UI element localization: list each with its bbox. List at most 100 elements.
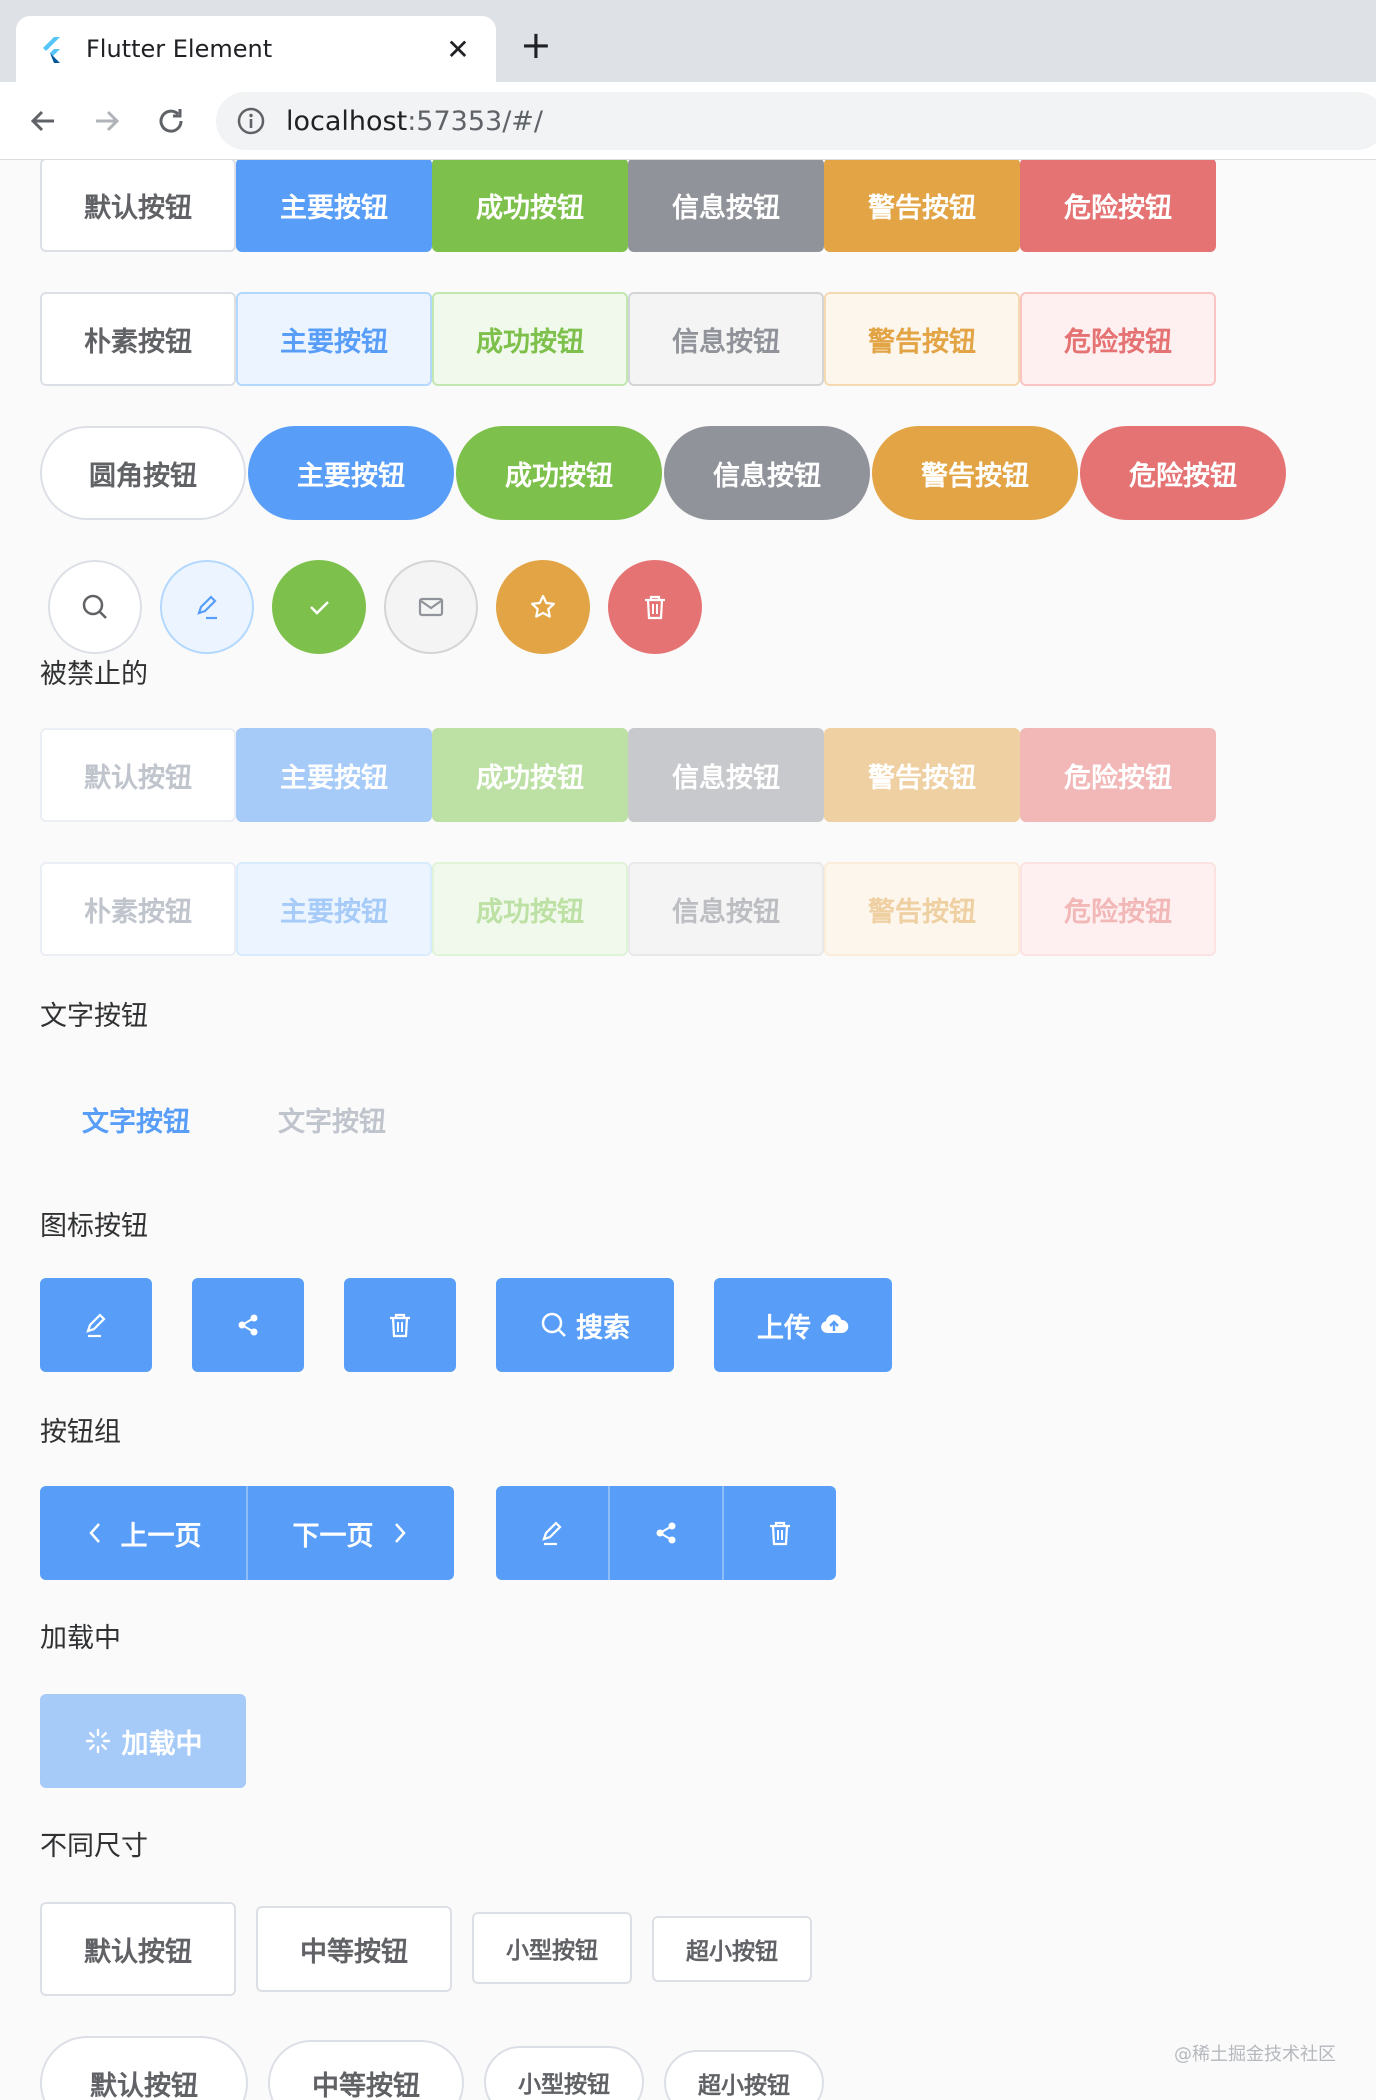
delete-icon	[770, 1521, 790, 1546]
circle-check-button[interactable]	[272, 560, 366, 654]
danger-button[interactable]: 危险按钮	[1020, 160, 1216, 252]
text-button[interactable]: 文字按钮	[82, 1100, 190, 1139]
search-icon	[541, 1312, 566, 1337]
edit-button[interactable]	[40, 1278, 152, 1372]
loading-section-label: 加载中	[40, 1623, 121, 1654]
medium-size-button[interactable]: 中等按钮	[256, 1906, 452, 1992]
loading-button-label: 加载中	[121, 1728, 203, 1760]
disabled-plain-row: 朴素按钮 主要按钮 成功按钮 信息按钮 警告按钮 危险按钮	[40, 862, 1216, 956]
back-icon[interactable]	[24, 102, 62, 140]
disabled-plain-default-button: 朴素按钮	[40, 862, 236, 956]
round-default-size-button[interactable]: 默认按钮	[40, 2036, 248, 2100]
url-path: :57353/#/	[407, 105, 544, 137]
plain-info-button[interactable]: 信息按钮	[628, 292, 824, 386]
delete-icon	[645, 595, 665, 620]
share-icon	[238, 1314, 258, 1336]
pagination-button-group: 上一页 下一页	[40, 1486, 454, 1580]
plain-button-row: 朴素按钮 主要按钮 成功按钮 信息按钮 警告按钮 危险按钮	[40, 292, 1216, 386]
close-tab-icon[interactable]: ✕	[442, 33, 474, 66]
search-icon	[82, 594, 107, 619]
previous-page-label: 上一页	[120, 1520, 202, 1552]
default-button[interactable]: 默认按钮	[40, 160, 236, 252]
round-info-button[interactable]: 信息按钮	[664, 426, 870, 520]
edit-icon	[542, 1521, 562, 1546]
spinner-icon	[85, 1728, 110, 1754]
disabled-success-button: 成功按钮	[432, 728, 628, 822]
info-button[interactable]: 信息按钮	[628, 160, 824, 252]
page-content: 默认按钮 主要按钮 成功按钮 信息按钮 警告按钮 危险按钮 朴素按钮 主要按钮 …	[0, 160, 1376, 2100]
check-icon	[310, 601, 329, 615]
round-warning-button[interactable]: 警告按钮	[872, 426, 1078, 520]
disabled-plain-info-button: 信息按钮	[628, 862, 824, 956]
text-button-section-label: 文字按钮	[40, 1001, 148, 1032]
round-medium-size-button[interactable]: 中等按钮	[268, 2040, 464, 2100]
circle-search-button[interactable]	[48, 560, 142, 654]
delete-button[interactable]	[344, 1278, 456, 1372]
plain-danger-button[interactable]: 危险按钮	[1020, 292, 1216, 386]
share-icon	[656, 1522, 676, 1544]
star-icon	[531, 594, 555, 618]
circle-star-button[interactable]	[496, 560, 590, 654]
disabled-primary-button: 主要按钮	[236, 728, 432, 822]
share-button[interactable]	[192, 1278, 304, 1372]
next-page-label: 下一页	[292, 1520, 374, 1552]
forward-icon[interactable]	[88, 102, 126, 140]
round-small-size-button[interactable]: 小型按钮	[484, 2046, 644, 2100]
primary-button[interactable]: 主要按钮	[236, 160, 432, 252]
group-delete-button[interactable]	[724, 1486, 836, 1580]
round-success-button[interactable]: 成功按钮	[456, 426, 662, 520]
default-size-button[interactable]: 默认按钮	[40, 1902, 236, 1996]
button-group-section-label: 按钮组	[40, 1417, 121, 1448]
round-primary-button[interactable]: 主要按钮	[248, 426, 454, 520]
upload-button-label: 上传	[757, 1312, 811, 1344]
address-bar[interactable]: localhost:57353/#/	[216, 92, 1376, 150]
info-icon[interactable]	[236, 106, 266, 136]
round-default-button[interactable]: 圆角按钮	[40, 426, 246, 520]
circle-button-row	[48, 560, 720, 654]
group-share-button[interactable]	[610, 1486, 724, 1580]
previous-page-button[interactable]: 上一页	[40, 1486, 248, 1580]
disabled-info-button: 信息按钮	[628, 728, 824, 822]
disabled-plain-warning-button: 警告按钮	[824, 862, 1020, 956]
url-host: localhost	[286, 105, 408, 137]
mini-size-button[interactable]: 超小按钮	[652, 1916, 812, 1982]
circle-edit-button[interactable]	[160, 560, 254, 654]
warning-button[interactable]: 警告按钮	[824, 160, 1020, 252]
search-button[interactable]: 搜索	[496, 1278, 674, 1372]
browser-toolbar: localhost:57353/#/	[0, 82, 1376, 160]
circle-delete-button[interactable]	[608, 560, 702, 654]
sizes-section-label: 不同尺寸	[40, 1831, 148, 1862]
watermark: @稀土掘金技术社区	[1174, 2044, 1336, 2065]
plain-default-button[interactable]: 朴素按钮	[40, 292, 236, 386]
search-button-label: 搜索	[576, 1312, 630, 1344]
disabled-section-label: 被禁止的	[40, 659, 148, 690]
plain-primary-button[interactable]: 主要按钮	[236, 292, 432, 386]
loading-button: 加载中	[40, 1694, 246, 1788]
reload-icon[interactable]	[152, 102, 190, 140]
next-page-button[interactable]: 下一页	[248, 1486, 454, 1580]
round-button-row: 圆角按钮 主要按钮 成功按钮 信息按钮 警告按钮 危险按钮	[40, 426, 1288, 520]
round-mini-size-button[interactable]: 超小按钮	[664, 2050, 824, 2100]
delete-icon	[390, 1313, 410, 1338]
small-size-button[interactable]: 小型按钮	[472, 1912, 632, 1984]
disabled-text-button: 文字按钮	[278, 1107, 386, 1138]
browser-tab-bar: Flutter Element ✕ +	[0, 0, 1376, 82]
flutter-icon	[43, 37, 60, 63]
edit-icon	[197, 595, 217, 620]
basic-button-row: 默认按钮 主要按钮 成功按钮 信息按钮 警告按钮 危险按钮	[40, 160, 1216, 252]
message-icon	[418, 597, 444, 617]
icon-button-section-label: 图标按钮	[40, 1211, 148, 1242]
new-tab-icon[interactable]: +	[520, 26, 552, 64]
disabled-danger-button: 危险按钮	[1020, 728, 1216, 822]
edit-icon	[86, 1313, 106, 1338]
plain-warning-button[interactable]: 警告按钮	[824, 292, 1020, 386]
disabled-basic-row: 默认按钮 主要按钮 成功按钮 信息按钮 警告按钮 危险按钮	[40, 728, 1216, 822]
plain-success-button[interactable]: 成功按钮	[432, 292, 628, 386]
round-danger-button[interactable]: 危险按钮	[1080, 426, 1286, 520]
circle-message-button[interactable]	[384, 560, 478, 654]
success-button[interactable]: 成功按钮	[432, 160, 628, 252]
browser-tab[interactable]: Flutter Element ✕	[16, 16, 496, 82]
chevron-right-icon	[394, 1523, 406, 1543]
group-edit-button[interactable]	[496, 1486, 610, 1580]
upload-button[interactable]: 上传	[714, 1278, 892, 1372]
